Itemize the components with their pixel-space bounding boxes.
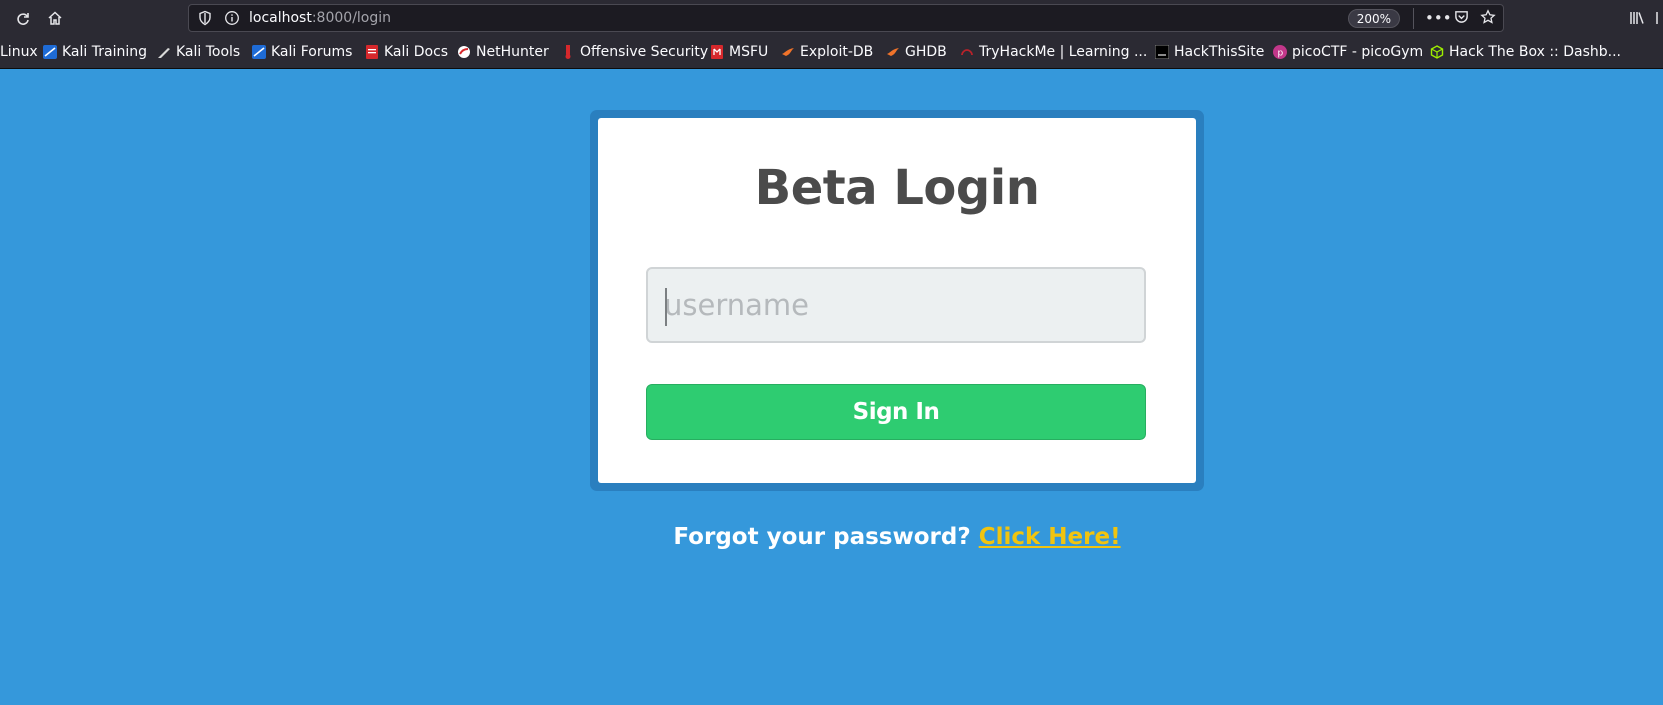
tryhackme-icon [961,49,973,56]
url-bar[interactable]: localhost:8000/login 200% ••• [188,4,1504,32]
exploitdb-icon [887,48,899,56]
bookmark-kali-training[interactable]: Kali Training [43,43,147,61]
info-icon[interactable] [224,10,240,26]
bookmark-picoctf[interactable]: p picoCTF - picoGym [1273,43,1423,61]
forgot-password-text: Forgot your password? [673,524,971,550]
kali-icon [43,45,57,59]
bookmark-ghdb[interactable]: GHDB [886,43,947,61]
bookmark-kali-tools[interactable]: Kali Tools [157,43,240,61]
more-actions-icon[interactable]: ••• [1425,9,1452,27]
bookmark-kali-forums[interactable]: Kali Forums [252,43,352,61]
bookmark-hackthissite[interactable]: HackThisSite [1155,43,1264,61]
offsec-icon [711,45,723,59]
bookmark-msfu[interactable]: MSFU [710,43,768,61]
url-path: :8000/login [311,10,392,26]
bookmark-tryhackme[interactable]: TryHackMe | Learning ... [960,43,1147,61]
bookmark-hack-the-box[interactable]: Hack The Box :: Dashb... [1430,43,1621,61]
offsec-icon [565,45,571,59]
login-card-frame: Beta Login Sign In [590,110,1204,491]
url-separator [1413,8,1414,29]
username-input[interactable] [646,267,1146,343]
bookmark-star-icon[interactable] [1479,9,1497,27]
nethunter-icon [458,46,470,58]
docs-icon [366,45,378,59]
kali-icon [252,45,266,59]
bookmark-offensive-security[interactable]: Offensive Security [561,43,708,61]
login-card: Beta Login Sign In [598,118,1196,483]
text-caret [665,288,667,326]
bookmark-exploit-db[interactable]: Exploit-DB [781,43,873,61]
sidebar-edge-icon[interactable] [1654,7,1663,29]
zoom-badge[interactable]: 200% [1347,9,1400,28]
htb-icon [1430,45,1444,59]
picoctf-icon: p [1273,45,1287,59]
forgot-password-link[interactable]: Click Here! [979,524,1121,550]
shield-icon[interactable] [197,10,213,26]
home-icon[interactable] [44,7,66,29]
pocket-icon[interactable] [1452,9,1470,27]
svg-text:p: p [1278,49,1284,59]
forgot-password-row: Forgot your password? Click Here! [590,524,1204,550]
hts-icon [1155,45,1169,59]
reload-icon[interactable] [12,7,34,29]
sign-in-button[interactable]: Sign In [646,384,1146,440]
url-host: localhost [249,10,312,26]
library-icon[interactable] [1626,7,1648,29]
page-title: Beta Login [754,160,1040,216]
bookmarks-bar: Linux Kali Training Kali Tools Kali Foru… [0,36,1663,69]
browser-toolbar: localhost:8000/login 200% ••• [0,0,1663,36]
knife-icon [158,48,170,58]
exploitdb-icon [782,48,794,56]
bookmark-nethunter[interactable]: NetHunter [457,43,549,61]
url-text[interactable]: localhost:8000/login [249,10,391,26]
bookmark-linux[interactable]: Linux [0,43,38,61]
bookmark-kali-docs[interactable]: Kali Docs [365,43,448,61]
